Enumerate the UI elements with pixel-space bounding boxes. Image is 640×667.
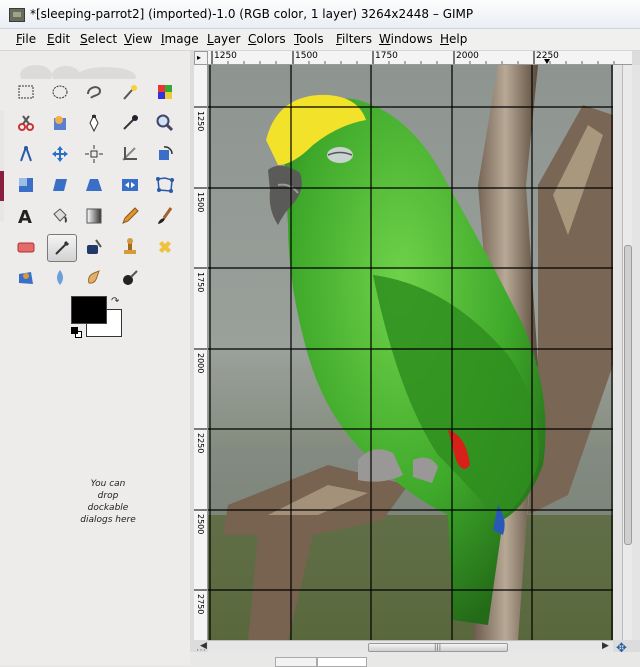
menu-filters[interactable]: Filters xyxy=(336,32,372,46)
wilber-logo xyxy=(20,65,136,79)
status-bar xyxy=(190,652,640,667)
ellipse-select-icon[interactable] xyxy=(47,79,73,105)
menu-bar: File Edit Select View Image Layer Colors… xyxy=(0,29,640,51)
pencil-icon[interactable] xyxy=(117,203,143,229)
foreground-color-swatch[interactable] xyxy=(71,296,107,324)
cage-transform-icon[interactable] xyxy=(152,172,178,198)
vertical-ruler[interactable]: 1250 1500 1750 2000 2250 2500 2750 xyxy=(194,65,208,640)
ruler-label-1750: 1750 xyxy=(375,51,398,61)
airbrush-icon[interactable] xyxy=(47,234,77,262)
menu-file[interactable]: File xyxy=(16,32,36,46)
panel-edge xyxy=(0,111,4,221)
ruler-label-2000: 2000 xyxy=(456,51,479,61)
vertical-scrollbar[interactable] xyxy=(622,65,632,640)
svg-text:A: A xyxy=(18,207,32,226)
scroll-right-arrow-icon[interactable]: ▶ xyxy=(602,641,609,651)
ruler-label-2250: 2250 xyxy=(536,51,559,61)
swap-colors-icon[interactable]: ↷ xyxy=(111,296,123,308)
window-title: *[sleeping-parrot2] (imported)-1.0 (RGB … xyxy=(30,7,474,21)
scale-icon[interactable] xyxy=(13,172,39,198)
fuzzy-select-icon[interactable] xyxy=(117,79,143,105)
scissors-select-icon[interactable] xyxy=(13,110,39,136)
measure-icon[interactable] xyxy=(13,141,39,167)
paths-icon[interactable] xyxy=(81,110,107,136)
vruler-label-7: 2750 xyxy=(196,594,205,615)
menu-layer[interactable]: Layer xyxy=(207,32,240,46)
horizontal-ruler[interactable]: 1250 1500 1750 2000 2250 xyxy=(208,51,632,65)
menu-help[interactable]: Help xyxy=(440,32,467,46)
select-by-color-icon[interactable] xyxy=(152,79,178,105)
vruler-label-1: 1250 xyxy=(196,111,205,132)
ruler-label-1500: 1500 xyxy=(295,51,318,61)
unit-selector[interactable] xyxy=(275,657,317,667)
eraser-icon[interactable] xyxy=(13,234,39,260)
ruler-label-1250: 1250 xyxy=(214,51,237,61)
gimp-app-icon xyxy=(9,8,25,22)
move-icon[interactable] xyxy=(47,141,73,167)
blur-icon[interactable] xyxy=(47,265,73,291)
drop-dialogs-hint: You can drop dockable dialogs here xyxy=(80,479,136,525)
perspective-icon[interactable] xyxy=(81,172,107,198)
text-icon[interactable]: A xyxy=(13,203,39,229)
zoom-selector[interactable] xyxy=(317,657,367,667)
rotate-icon[interactable] xyxy=(152,141,178,167)
vruler-label-3: 1750 xyxy=(196,272,205,293)
vruler-label-5: 2250 xyxy=(196,433,205,454)
zoom-icon[interactable] xyxy=(152,110,178,136)
quick-mask-menu-button[interactable]: ▸ xyxy=(194,51,208,65)
foreground-select-icon[interactable] xyxy=(47,110,73,136)
menu-colors[interactable]: Colors xyxy=(248,32,286,46)
heal-icon[interactable] xyxy=(152,234,178,260)
image-canvas[interactable] xyxy=(208,65,613,640)
menu-view[interactable]: View xyxy=(124,32,152,46)
menu-windows[interactable]: Windows xyxy=(379,32,433,46)
color-picker-icon[interactable] xyxy=(117,110,143,136)
shear-icon[interactable] xyxy=(47,172,73,198)
vertical-scroll-thumb[interactable] xyxy=(624,245,632,545)
menu-select[interactable]: Select xyxy=(80,32,117,46)
menu-edit[interactable]: Edit xyxy=(47,32,70,46)
image-window: ▸ 1250 1500 1750 2000 2250 1250 1500 175… xyxy=(190,51,640,665)
clone-icon[interactable] xyxy=(117,234,143,260)
perspective-clone-icon[interactable] xyxy=(13,265,39,291)
default-colors-icon[interactable] xyxy=(71,327,83,339)
flip-icon[interactable] xyxy=(117,172,143,198)
rect-select-icon[interactable] xyxy=(13,79,39,105)
menu-tools[interactable]: Tools xyxy=(294,32,324,46)
crop-icon[interactable] xyxy=(117,141,143,167)
align-icon[interactable] xyxy=(81,141,107,167)
paintbrush-icon[interactable] xyxy=(152,203,178,229)
blend-icon[interactable] xyxy=(81,203,107,229)
vruler-label-6: 2500 xyxy=(196,514,205,535)
title-bar: *[sleeping-parrot2] (imported)-1.0 (RGB … xyxy=(0,0,640,29)
menu-image[interactable]: Image xyxy=(161,32,199,46)
bucket-fill-icon[interactable] xyxy=(47,203,73,229)
vruler-label-2: 1500 xyxy=(196,192,205,213)
vruler-label-4: 2000 xyxy=(196,353,205,374)
ink-icon[interactable] xyxy=(81,234,107,260)
toolbox-panel: A ↷ You can drop dockable dialogs here xyxy=(0,51,190,665)
free-select-icon[interactable] xyxy=(81,79,107,105)
dodge-burn-icon[interactable] xyxy=(117,265,143,291)
scroll-grip-icon: ||| xyxy=(434,643,442,651)
smudge-icon[interactable] xyxy=(81,265,107,291)
